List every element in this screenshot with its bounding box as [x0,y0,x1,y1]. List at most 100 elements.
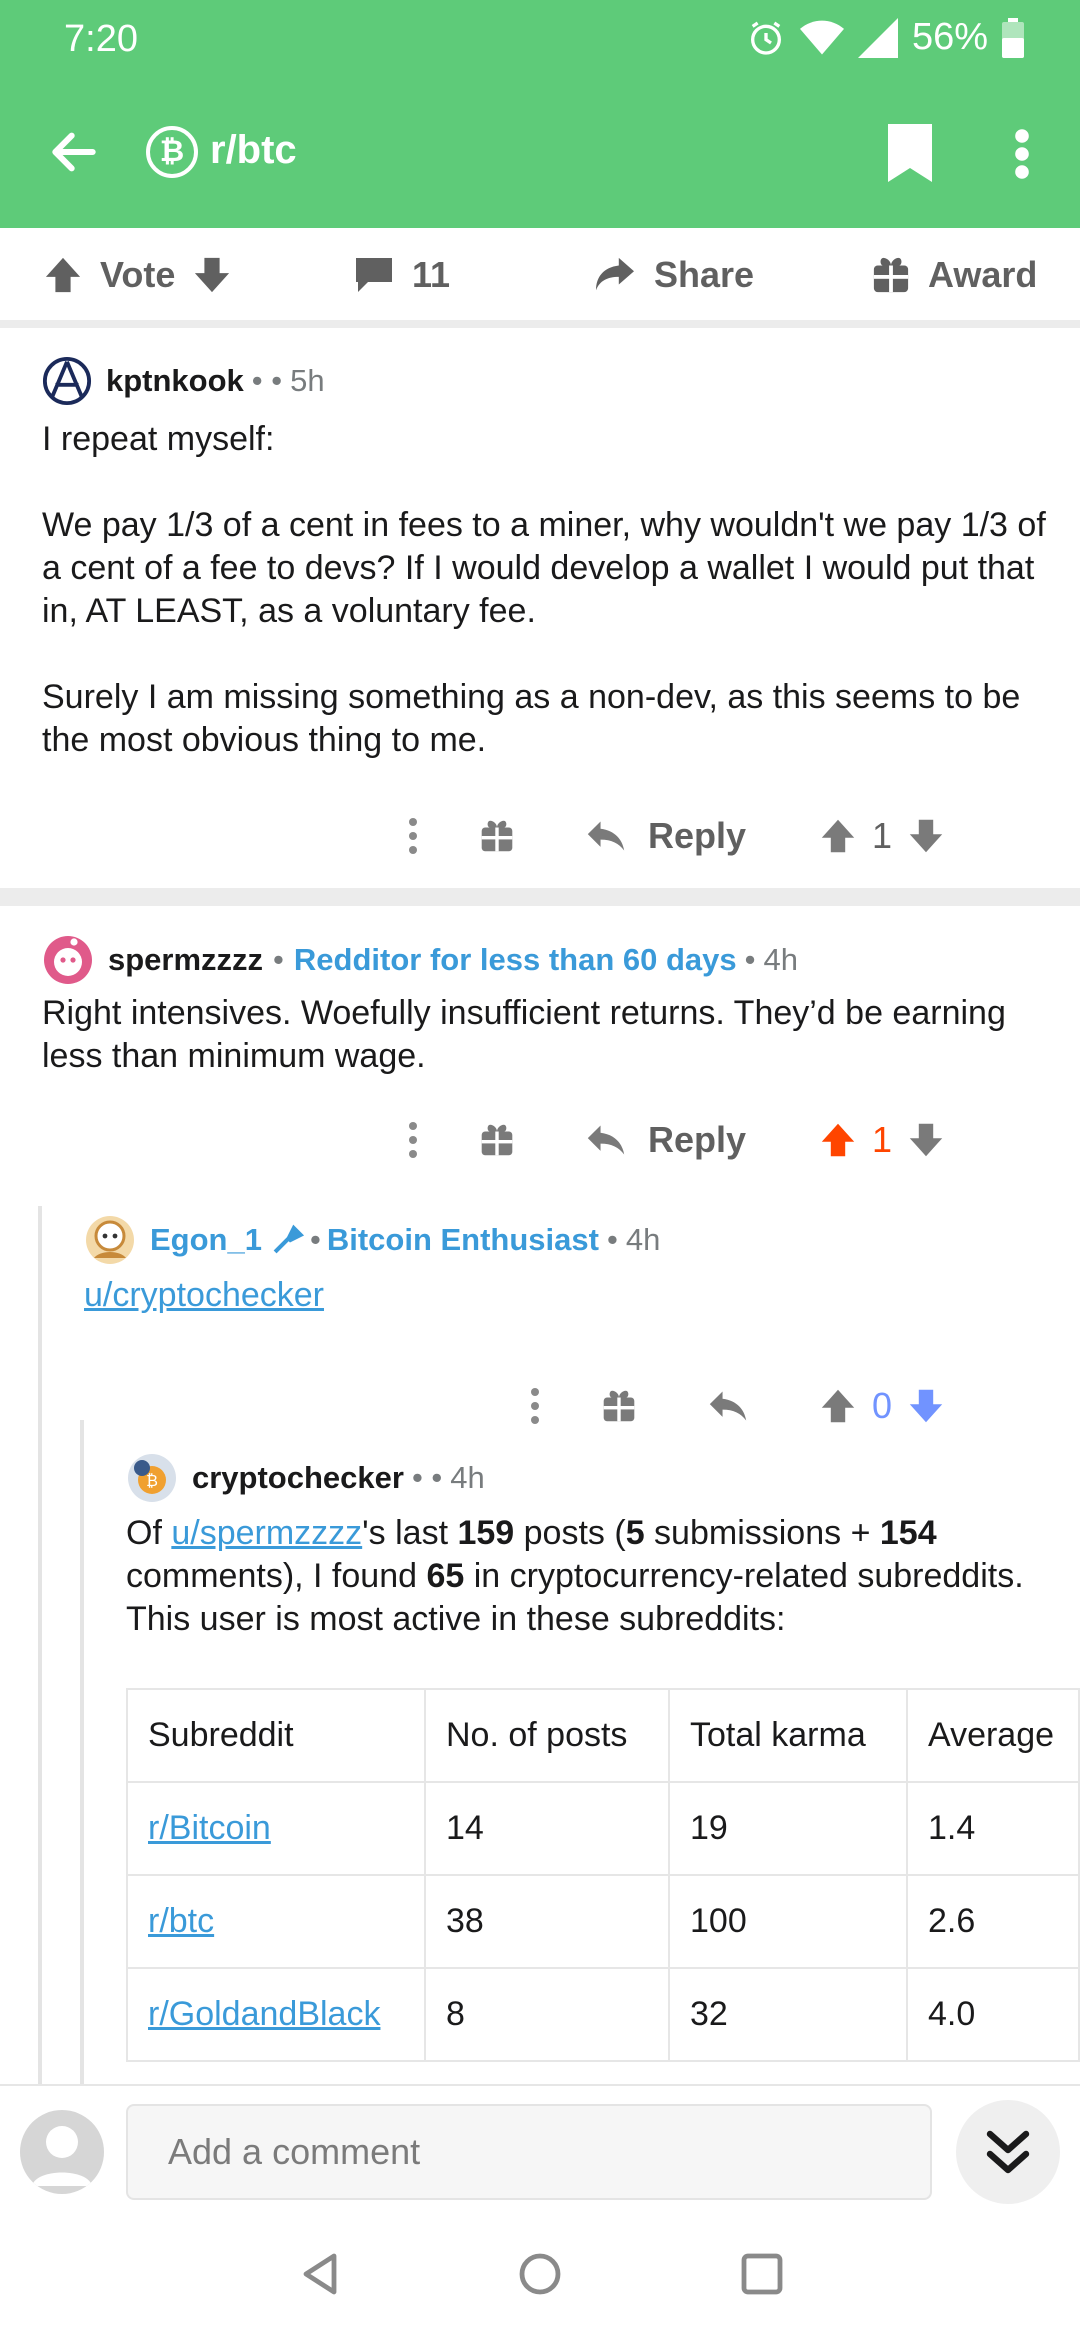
share-label: Share [654,254,755,295]
user-mention-link[interactable]: u/spermzzzz [171,1514,362,1552]
system-nav-bar [0,2212,1080,2340]
meta-separator: • [309,1222,321,1257]
table-cell: r/GoldandBlack [126,1967,426,2062]
thread-line[interactable] [80,1420,84,2084]
nav-home-icon[interactable] [518,2252,562,2296]
comment-count: 154 [879,1514,937,1552]
reply-button[interactable]: Reply [648,1119,746,1161]
comment-paragraph: Right intensives. Woefully insufficient … [42,994,1006,1075]
text-segment: Of [126,1514,172,1552]
add-comment-input[interactable]: Add a comment [126,2104,932,2200]
table-cell: 32 [668,1967,908,2062]
gift-icon[interactable] [480,819,514,853]
username[interactable]: spermzzzz [108,942,263,978]
gift-icon [873,257,909,293]
reply-icon[interactable] [586,819,626,853]
avatar[interactable] [20,2110,104,2194]
user-flair: Redditor for less than 60 days [293,942,737,977]
share-button[interactable]: Share [594,254,754,296]
subreddit-link[interactable]: r/btc [148,1902,214,1940]
downvote-icon[interactable] [193,256,231,294]
column-header: Total karma [668,1688,908,1783]
avatar[interactable] [42,356,92,406]
comment-meta: spermzzzz • Redditor for less than 60 da… [42,934,798,986]
table-cell: 2.6 [906,1874,1080,1969]
reply-icon[interactable] [586,1123,626,1157]
comment-paragraph: We pay 1/3 of a cent in fees to a miner,… [42,506,1046,630]
app-bar: 7:20 56% ₿ r/btc [0,0,1080,228]
meta-separator: • • [411,1460,443,1495]
award-label: Award [928,254,1038,295]
downvote-icon[interactable] [908,818,944,854]
text-segment: posts ( [514,1514,626,1552]
comment-actions: 0 [530,1376,1050,1436]
table-cell: 1.4 [906,1781,1080,1876]
next-comment-button[interactable] [956,2100,1060,2204]
username[interactable]: cryptochecker [192,1460,404,1496]
subreddit-link[interactable]: r/Bitcoin [148,1809,271,1847]
table-cell: 8 [424,1967,670,2062]
downvote-icon[interactable] [908,1388,944,1424]
subreddit-activity-table: Subreddit No. of posts Total karma Avera… [126,1688,1080,2062]
comment-icon [356,258,392,292]
table-header-row: Subreddit No. of posts Total karma Avera… [126,1688,1080,1783]
reply-icon[interactable] [708,1389,748,1423]
avatar[interactable] [84,1214,136,1266]
text-segment: comments), I found [126,1557,427,1595]
award-button[interactable]: Award [872,254,1037,296]
comment-paragraph: Surely I am missing something as a non-d… [42,678,1021,759]
downvote-icon[interactable] [908,1122,944,1158]
back-arrow-icon[interactable] [46,124,102,180]
subreddit-name[interactable]: r/btc [210,128,297,173]
avatar[interactable] [42,934,94,986]
gift-icon[interactable] [480,1123,514,1157]
battery-icon [1002,17,1024,58]
battery-percent: 56% [911,16,988,58]
table-cell: 14 [424,1781,670,1876]
user-mention-link[interactable]: u/cryptochecker [84,1276,324,1314]
comment-body: I repeat myself: We pay 1/3 of a cent in… [42,418,1052,762]
more-vertical-icon[interactable] [408,1122,418,1158]
upvote-icon[interactable] [820,818,856,854]
username[interactable]: Egon_1 [150,1222,262,1258]
table-row: r/Bitcoin 14 19 1.4 [126,1781,1080,1876]
bookmark-icon[interactable] [888,124,932,182]
nav-back-icon[interactable] [298,2252,342,2296]
subreddit-link[interactable]: r/GoldandBlack [148,1995,380,2033]
upvote-icon[interactable] [44,256,82,294]
more-vertical-icon[interactable] [530,1388,540,1424]
gift-icon[interactable] [602,1389,636,1423]
comment-score: 1 [872,815,893,856]
comment-time: 4h [625,1222,661,1257]
table-row: r/btc 38 100 2.6 [126,1874,1080,1969]
more-vertical-icon[interactable] [408,818,418,854]
comment-body: Right intensives. Woefully insufficient … [42,992,1052,1078]
wifi-icon [799,20,844,54]
upvote-icon[interactable] [820,1388,856,1424]
comment-meta: kptnkook • • 5h [42,356,325,406]
comments-button[interactable]: 11 [354,254,450,296]
more-vertical-icon[interactable] [1010,128,1034,180]
comment-time: 4h [450,1460,485,1495]
double-chevron-down-icon [986,2130,1030,2174]
post-actions-bar: Vote 11 Share Award [0,228,1080,328]
table-row: r/GoldandBlack 8 32 4.0 [126,1967,1080,2062]
table-cell: 19 [668,1781,908,1876]
comment-count: 11 [412,254,451,295]
comment-composer-bar: Add a comment [0,2084,1080,2212]
nav-recents-icon[interactable] [740,2252,784,2296]
comment-meta: ₿ cryptochecker • • 4h [126,1452,485,1504]
comment-body: u/cryptochecker [84,1274,1080,1317]
thread-line[interactable] [38,1206,42,2084]
avatar[interactable]: ₿ [126,1452,178,1504]
username[interactable]: kptnkook [106,363,244,399]
table-cell: 38 [424,1874,670,1969]
comment-actions: Reply 1 [404,1110,1044,1170]
status-bar: 7:20 56% [0,0,1080,80]
upvote-icon[interactable] [820,1122,856,1158]
comment-paragraph: I repeat myself: [42,420,275,458]
reply-button[interactable]: Reply [648,815,746,857]
signal-icon [857,17,898,58]
comment-time: 4h [763,942,798,977]
table-cell: r/Bitcoin [126,1781,426,1876]
